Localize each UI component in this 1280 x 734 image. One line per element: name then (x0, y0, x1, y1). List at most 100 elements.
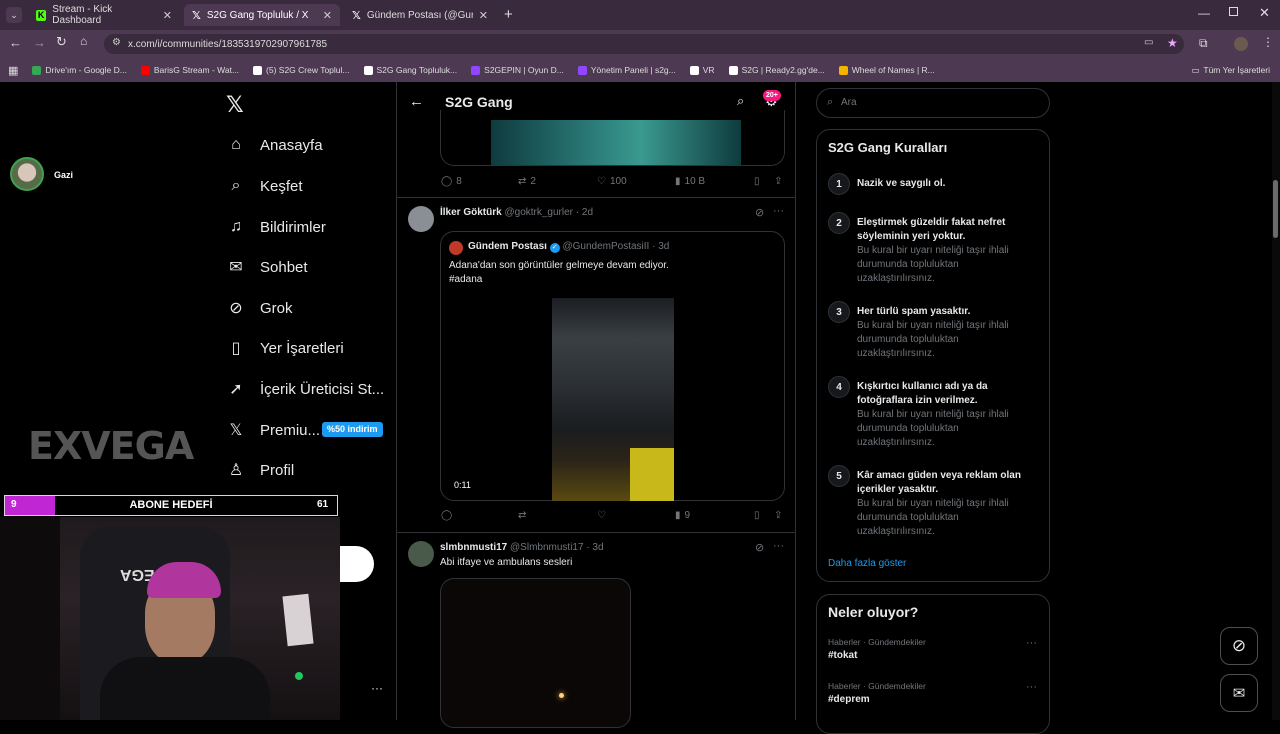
bookmark-item[interactable]: BarisG Stream - Wat... (140, 65, 239, 75)
author-name[interactable]: İlker Göktürk (440, 207, 502, 218)
quoted-hashtag[interactable]: #adana (449, 274, 482, 285)
bookmark-item[interactable]: VR (689, 65, 715, 75)
bookmark-item[interactable]: (5) S2G Crew Toplul... (253, 65, 350, 75)
grok-icon[interactable]: ⊘ (755, 206, 764, 219)
bookmark-item[interactable]: S2G Gang Topluluk... (363, 65, 457, 75)
room-lamp (282, 593, 314, 647)
tweet-time[interactable]: · 2d (576, 207, 593, 218)
nav-item-2[interactable]: ⌕ Keşfet (226, 176, 303, 196)
all-bookmarks-folder[interactable]: ▭ Tüm Yer İşaretleri (1191, 65, 1280, 76)
quoted-tweet[interactable]: Gündem Postası ✓ @GundemPostasiII · 3d A… (440, 231, 785, 501)
author-handle[interactable]: @goktrk_gurler (504, 207, 573, 218)
reply-button[interactable]: ◯ (441, 510, 452, 521)
more-options-icon[interactable]: ··· (773, 540, 784, 552)
author-handle[interactable]: @Slmbnmusti17 (510, 542, 584, 553)
avatar[interactable] (408, 206, 434, 232)
maximize-button[interactable] (1229, 7, 1238, 16)
tweet-header: slmbnmusti17 @Slmbnmusti17 · 3d (440, 542, 604, 553)
rule-number: 4 (828, 376, 850, 398)
home-icon[interactable]: ⌂ (80, 34, 87, 48)
nav-item-6[interactable]: ▯ Yer İşaretleri (226, 338, 344, 358)
nav-item-5[interactable]: ⊘ Grok (226, 298, 292, 318)
search-icon[interactable]: ⌕ (737, 93, 744, 109)
search-input[interactable]: ⌕ Ara (816, 88, 1050, 118)
trends-title: Neler oluyor? (828, 604, 919, 620)
forward-icon[interactable]: → (33, 35, 46, 50)
tweet-time[interactable]: · 3d (586, 542, 603, 553)
new-tab-button[interactable]: + (504, 6, 513, 23)
grok-icon: ⊘ (229, 300, 243, 317)
trend-tag[interactable]: #deprem (828, 694, 870, 705)
trend-more-icon[interactable]: ··· (1026, 637, 1037, 649)
retweet-count[interactable]: ⇄ 2 (518, 176, 536, 187)
trend-tag[interactable]: #tokat (828, 650, 857, 661)
bookmarks-bar: ▦ Drive'ım - Google D... BarisG Stream - … (0, 58, 1280, 82)
bookmark-item[interactable]: S2G | Ready2.gg'de... (728, 65, 825, 75)
grok-float-button[interactable]: ⊘ (1220, 627, 1258, 665)
bookmark-button[interactable]: ▯ (754, 176, 760, 187)
cast-icon[interactable]: ▭ (1144, 37, 1153, 48)
nav-item-7[interactable]: ➚ İçerik Üreticisi St... (226, 379, 384, 399)
minimize-button[interactable]: — (1198, 6, 1210, 20)
bookmark-favicon-icon (253, 65, 263, 75)
tab-gundem-postasi[interactable]: 𝕏 Gündem Postası (@GundemPo ✕ (344, 4, 496, 26)
avatar[interactable] (408, 541, 434, 567)
close-tab-icon[interactable]: ✕ (323, 9, 332, 22)
extensions-icon[interactable]: ⧉ (1199, 36, 1208, 51)
nav-item-9[interactable]: ♙ Profil (226, 460, 294, 480)
nav-item-3[interactable]: ♫ Bildirimler (226, 217, 326, 237)
back-icon[interactable]: ← (9, 35, 22, 50)
author-name[interactable]: slmbnmusti17 (440, 542, 507, 553)
like-count[interactable]: ♡ 100 (597, 176, 627, 187)
reload-icon[interactable]: ↻ (56, 34, 67, 50)
video-player[interactable] (552, 298, 674, 501)
close-window-button[interactable]: ✕ (1259, 5, 1270, 21)
share-button[interactable]: ⇪ (774, 176, 782, 187)
tweet-media-top[interactable] (440, 110, 785, 166)
tweet-video[interactable] (440, 578, 631, 728)
x-logo-icon[interactable]: 𝕏 (226, 92, 244, 118)
reply-count[interactable]: ◯ 8 (441, 176, 462, 187)
bookmark-button[interactable]: ▯ (754, 510, 760, 521)
close-tab-icon[interactable]: ✕ (479, 9, 488, 22)
more-icon[interactable]: ··· (371, 681, 383, 695)
bookmark-item[interactable]: Wheel of Names | R... (838, 65, 935, 75)
profile-avatar[interactable] (1234, 37, 1248, 51)
browser-menu-icon[interactable]: ⋮ (1262, 35, 1274, 49)
apps-icon[interactable]: ▦ (8, 64, 18, 77)
bookmark-favicon-icon (363, 65, 373, 75)
tab-kick-dashboard[interactable]: K Stream - Kick Dashboard ✕ (28, 4, 180, 26)
grok-icon[interactable]: ⊘ (755, 541, 764, 554)
site-info-icon[interactable]: ⚙ (112, 37, 121, 48)
bookmark-star-icon[interactable]: ★ (1167, 36, 1178, 50)
page-scrollbar[interactable] (1272, 82, 1280, 720)
bookmark-label: Drive'ım - Google D... (45, 65, 127, 75)
nav-item-1[interactable]: ⌂ Anasayfa (226, 135, 322, 155)
retweet-button[interactable]: ⇄ (518, 510, 526, 521)
tab-search-button[interactable]: ⌄ (6, 7, 22, 23)
sub-goal-bar: 9 ABONE HEDEFİ 61 (4, 495, 338, 516)
bookmark-item[interactable]: Drive'ım - Google D... (32, 65, 127, 75)
nav-label: Profil (260, 461, 295, 479)
quoted-avatar (449, 241, 463, 255)
share-button[interactable]: ⇪ (774, 510, 782, 521)
like-button[interactable]: ♡ (597, 510, 606, 521)
bookmark-icon: ▯ (754, 510, 760, 521)
trend-more-icon[interactable]: ··· (1026, 681, 1037, 693)
show-more-rules-link[interactable]: Daha fazla göster (828, 558, 906, 569)
tweet-header: İlker Göktürk @goktrk_gurler · 2d (440, 207, 593, 218)
bookmark-item[interactable]: Yönetim Paneli | s2g... (577, 65, 676, 75)
close-tab-icon[interactable]: ✕ (163, 9, 172, 22)
view-count[interactable]: ▮ 9 (675, 510, 690, 521)
back-arrow-icon[interactable]: ← (409, 93, 424, 110)
address-bar[interactable]: ⚙ x.com/i/communities/183531970290796178… (104, 34, 1184, 54)
nav-item-8[interactable]: 𝕏 Premiu... (226, 420, 320, 440)
nav-item-4[interactable]: ✉ Sohbet (226, 257, 307, 277)
more-options-icon[interactable]: ··· (773, 205, 784, 217)
bookmark-item[interactable]: S2GEPIN | Oyun D... (471, 65, 564, 75)
messages-float-button[interactable]: ✉ (1220, 674, 1258, 712)
tab-s2g-gang[interactable]: 𝕏 S2G Gang Topluluk / X ✕ (184, 4, 340, 26)
scrollbar-thumb[interactable] (1273, 180, 1278, 238)
view-count[interactable]: ▮ 10 B (675, 176, 705, 187)
bell-icon: ♫ (230, 218, 242, 235)
